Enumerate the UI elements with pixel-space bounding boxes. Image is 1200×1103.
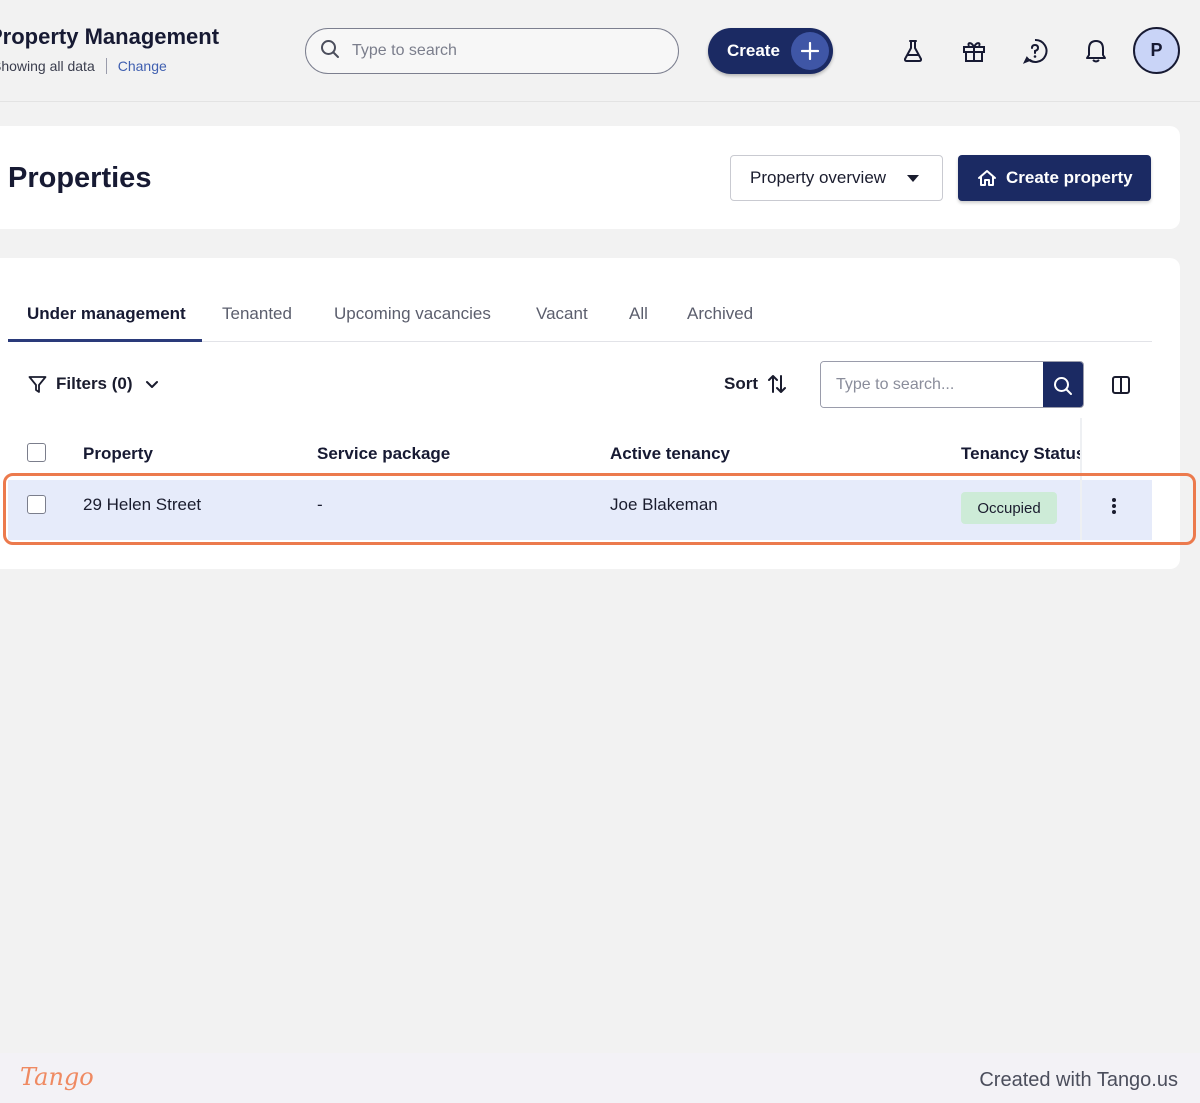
property-overview-label: Property overview [750, 168, 887, 187]
avatar[interactable]: P [1133, 27, 1180, 74]
search-icon [320, 39, 340, 64]
table-search-input[interactable] [821, 362, 1043, 407]
tango-logo: Tango [20, 1063, 94, 1091]
filters-button[interactable]: Filters (0) [28, 374, 168, 394]
tab-vacant[interactable]: Vacant [536, 304, 588, 324]
create-button[interactable]: Create [708, 28, 833, 74]
row-highlight [3, 473, 1196, 545]
column-header-tenancy-status[interactable]: Tenancy Status [961, 444, 1082, 464]
filters-label: Filters (0) [56, 374, 133, 393]
plus-icon [791, 32, 829, 70]
caret-down-icon [907, 175, 919, 182]
footer: Tango Created with Tango.us [0, 1053, 1200, 1103]
global-search[interactable] [305, 28, 679, 74]
column-header-service-package[interactable]: Service package [317, 444, 450, 464]
gift-icon[interactable] [959, 36, 989, 66]
tab-all[interactable]: All [629, 304, 648, 324]
sort-arrows-icon [768, 375, 786, 393]
page-header-card: Properties Property overview Create prop… [0, 126, 1180, 229]
divider [105, 58, 107, 74]
top-header: Property Management Showing all data Cha… [0, 0, 1200, 102]
create-property-label: Create property [1006, 168, 1133, 187]
chevron-down-icon [145, 380, 158, 388]
tango-credit: Created with Tango.us [979, 1069, 1178, 1091]
create-property-button[interactable]: Create property [958, 155, 1151, 201]
tab-tenanted[interactable]: Tenanted [222, 304, 292, 324]
select-all-checkbox[interactable] [27, 443, 46, 462]
sort-label: Sort [724, 374, 758, 393]
home-icon [978, 170, 996, 186]
sort-button[interactable]: Sort [724, 374, 787, 394]
tab-archived[interactable]: Archived [687, 304, 753, 324]
active-tab-indicator [8, 339, 202, 342]
tab-bar: Under management Tenanted Upcoming vacan… [8, 290, 1152, 342]
app-title: Property Management [0, 24, 220, 49]
table-search-button[interactable] [1043, 362, 1083, 407]
columns-icon[interactable] [1108, 372, 1134, 398]
bell-icon[interactable] [1081, 36, 1111, 66]
column-header-active-tenancy[interactable]: Active tenancy [610, 444, 730, 464]
tab-under-management[interactable]: Under management [27, 304, 186, 324]
filter-icon [28, 375, 47, 393]
table-search [820, 361, 1084, 408]
page-title: Properties [8, 162, 152, 194]
property-overview-dropdown[interactable]: Property overview [730, 155, 943, 201]
tab-upcoming-vacancies[interactable]: Upcoming vacancies [334, 304, 491, 324]
column-header-property[interactable]: Property [83, 444, 153, 464]
flask-icon[interactable] [898, 36, 928, 66]
change-link[interactable]: Change [118, 58, 167, 74]
search-icon [1054, 376, 1072, 395]
help-icon[interactable] [1020, 36, 1050, 66]
data-scope: Showing all data Change [0, 58, 167, 74]
global-search-input[interactable] [352, 42, 652, 60]
data-scope-text: Showing all data [0, 58, 95, 74]
create-label: Create [727, 41, 780, 60]
